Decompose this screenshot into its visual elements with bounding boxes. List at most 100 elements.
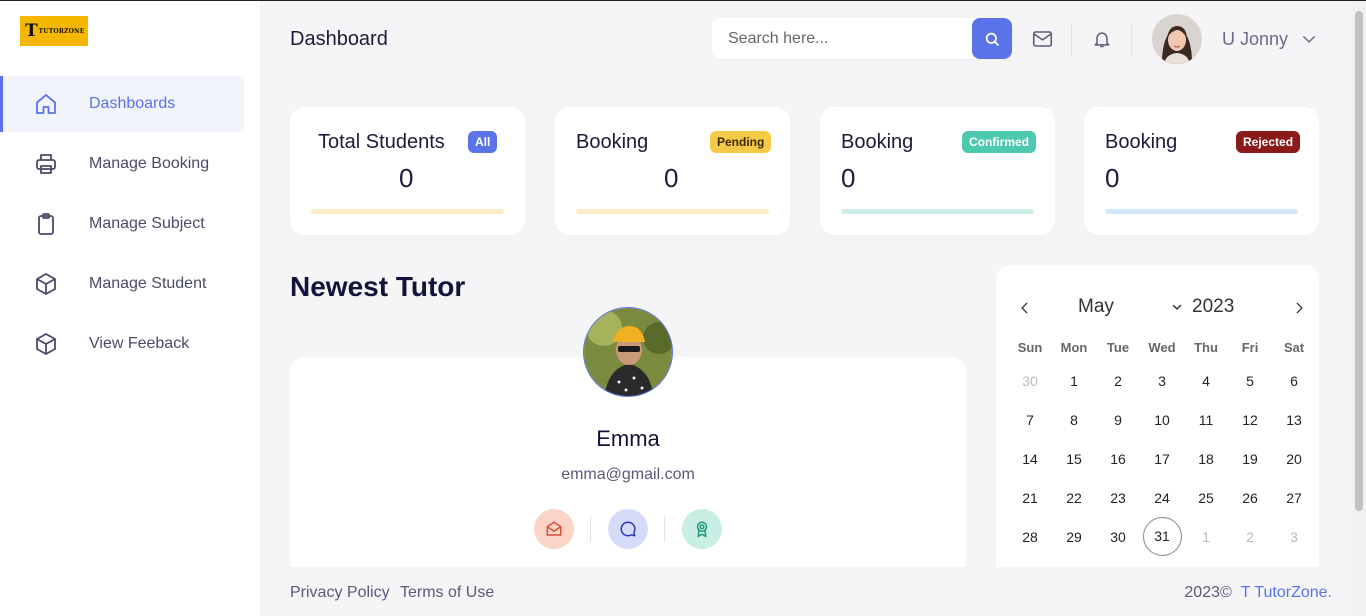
calendar-day[interactable]: 1 <box>1052 373 1096 389</box>
today-label: 31 <box>1142 517 1182 556</box>
calendar-day[interactable]: 30 <box>1008 373 1052 389</box>
sidebar-item-manage-student[interactable]: Manage Student <box>0 256 260 312</box>
calendar-day[interactable]: 22 <box>1052 490 1096 506</box>
calendar-day[interactable]: 1 <box>1184 529 1228 545</box>
sidebar-item-view-feedback[interactable]: View Feeback <box>0 316 260 372</box>
calendar-day[interactable]: 7 <box>1008 412 1052 428</box>
calendar-day[interactable]: 8 <box>1052 412 1096 428</box>
calendar-day[interactable]: 15 <box>1052 451 1096 467</box>
page-scrollbar[interactable] <box>1352 1 1366 616</box>
calendar-day[interactable]: 2 <box>1228 529 1272 545</box>
weekday-label: Mon <box>1060 339 1088 355</box>
calendar-weekday-row: Sun Mon Tue Wed Thu Fri Sat <box>1008 333 1316 361</box>
calendar-day[interactable]: 27 <box>1272 490 1316 506</box>
chevron-right-icon <box>1296 302 1303 314</box>
chevron-down-icon[interactable] <box>1171 300 1183 318</box>
sidebar-item-manage-subject[interactable]: Manage Subject <box>0 196 260 252</box>
user-avatar[interactable] <box>1152 14 1202 64</box>
sidebar-item-label: View Feeback <box>89 335 190 352</box>
stat-value: 0 <box>841 163 856 193</box>
calendar-day-today[interactable]: 31 <box>1140 517 1184 556</box>
calendar-day[interactable]: 13 <box>1272 412 1316 428</box>
brand-logo[interactable]: T TUTORZONE <box>20 16 88 46</box>
weekday-label: Fri <box>1241 339 1259 355</box>
email-tutor-button[interactable] <box>534 509 574 549</box>
scrollbar-thumb[interactable] <box>1355 11 1363 511</box>
stat-value: 0 <box>399 163 414 193</box>
search-input[interactable] <box>712 18 972 59</box>
message-tutor-button[interactable] <box>608 509 648 549</box>
privacy-policy-link[interactable]: Privacy Policy <box>290 584 390 602</box>
stat-card-booking-confirmed[interactable]: Booking Confirmed 0 <box>820 107 1055 235</box>
mail-icon <box>1032 31 1052 47</box>
calendar-day[interactable]: 5 <box>1228 373 1272 389</box>
tutor-email: emma@gmail.com <box>561 466 695 483</box>
calendar-week-row: 14 15 16 17 18 19 20 <box>1008 439 1316 478</box>
stat-value: 0 <box>664 163 679 193</box>
weekday-label: Sat <box>1283 339 1305 355</box>
calendar-day[interactable]: 3 <box>1272 529 1316 545</box>
stat-card-booking-rejected[interactable]: Booking Rejected 0 <box>1084 107 1319 235</box>
calendar-day[interactable]: 23 <box>1096 490 1140 506</box>
footer-brand-link[interactable]: T TutorZone. <box>1241 584 1332 601</box>
calendar-week-row: 30 1 2 3 4 5 6 <box>1008 361 1316 400</box>
sidebar-item-manage-booking[interactable]: Manage Booking <box>0 136 260 192</box>
mail-button[interactable] <box>1031 28 1053 50</box>
calendar-day[interactable]: 10 <box>1140 412 1184 428</box>
sidebar-item-dashboards[interactable]: Dashboards <box>0 76 244 132</box>
calendar-day[interactable]: 25 <box>1184 490 1228 506</box>
calendar-day[interactable]: 12 <box>1228 412 1272 428</box>
award-icon <box>696 521 708 538</box>
calendar-day[interactable]: 24 <box>1140 490 1184 506</box>
search-button[interactable] <box>972 18 1012 59</box>
chat-icon <box>620 521 636 537</box>
action-divider <box>664 516 665 542</box>
calendar-next-button[interactable] <box>1292 301 1306 320</box>
stat-value: 0 <box>1105 163 1120 193</box>
stat-card-total-students[interactable]: Total Students All 0 <box>290 107 525 235</box>
stat-title: Booking <box>1105 131 1178 153</box>
notifications-button[interactable] <box>1091 28 1113 50</box>
calendar-day[interactable]: 16 <box>1096 451 1140 467</box>
stat-card-booking-pending[interactable]: Booking Pending 0 <box>555 107 790 235</box>
calendar-month-select[interactable]: May <box>1078 296 1114 318</box>
calendar-prev-button[interactable] <box>1018 301 1032 320</box>
stat-title: Total Students <box>318 131 445 153</box>
tutor-name: Emma <box>596 426 660 451</box>
calendar-day[interactable]: 14 <box>1008 451 1052 467</box>
calendar-day[interactable]: 6 <box>1272 373 1316 389</box>
calendar-day[interactable]: 9 <box>1096 412 1140 428</box>
calendar-day[interactable]: 3 <box>1140 373 1184 389</box>
user-name[interactable]: U Jonny <box>1222 29 1288 50</box>
cube-icon <box>33 271 59 297</box>
terms-of-use-link[interactable]: Terms of Use <box>400 584 494 602</box>
calendar-day[interactable]: 17 <box>1140 451 1184 467</box>
award-tutor-button[interactable] <box>682 509 722 549</box>
calendar-day[interactable]: 30 <box>1096 529 1140 545</box>
stat-bar <box>311 209 504 214</box>
calendar-day[interactable]: 11 <box>1184 412 1228 428</box>
section-title-newest-tutor: Newest Tutor <box>290 271 466 302</box>
calendar-day[interactable]: 4 <box>1184 373 1228 389</box>
chevron-down-icon[interactable] <box>1300 30 1318 53</box>
status-badge: All <box>468 131 498 153</box>
weekday-label: Thu <box>1194 339 1218 355</box>
calendar-day[interactable]: 21 <box>1008 490 1052 506</box>
calendar-day[interactable]: 19 <box>1228 451 1272 467</box>
calendar-day[interactable]: 2 <box>1096 373 1140 389</box>
calendar-day[interactable]: 18 <box>1184 451 1228 467</box>
search-icon <box>985 32 999 46</box>
weekday-label: Wed <box>1148 339 1176 355</box>
calendar-day[interactable]: 29 <box>1052 529 1096 545</box>
footer: Privacy Policy Terms of Use 2023© T Tuto… <box>260 567 1352 616</box>
stat-bar <box>576 209 769 214</box>
logo-text: TUTORZONE <box>38 27 85 35</box>
calendar-day[interactable]: 26 <box>1228 490 1272 506</box>
status-badge: Rejected <box>1236 131 1301 153</box>
weekday-label: Tue <box>1106 339 1130 355</box>
sidebar-item-label: Manage Booking <box>89 155 210 172</box>
logo-mark: T <box>25 20 38 41</box>
calendar-day[interactable]: 20 <box>1272 451 1316 467</box>
calendar-year[interactable]: 2023 <box>1192 296 1234 318</box>
calendar-day[interactable]: 28 <box>1008 529 1052 545</box>
